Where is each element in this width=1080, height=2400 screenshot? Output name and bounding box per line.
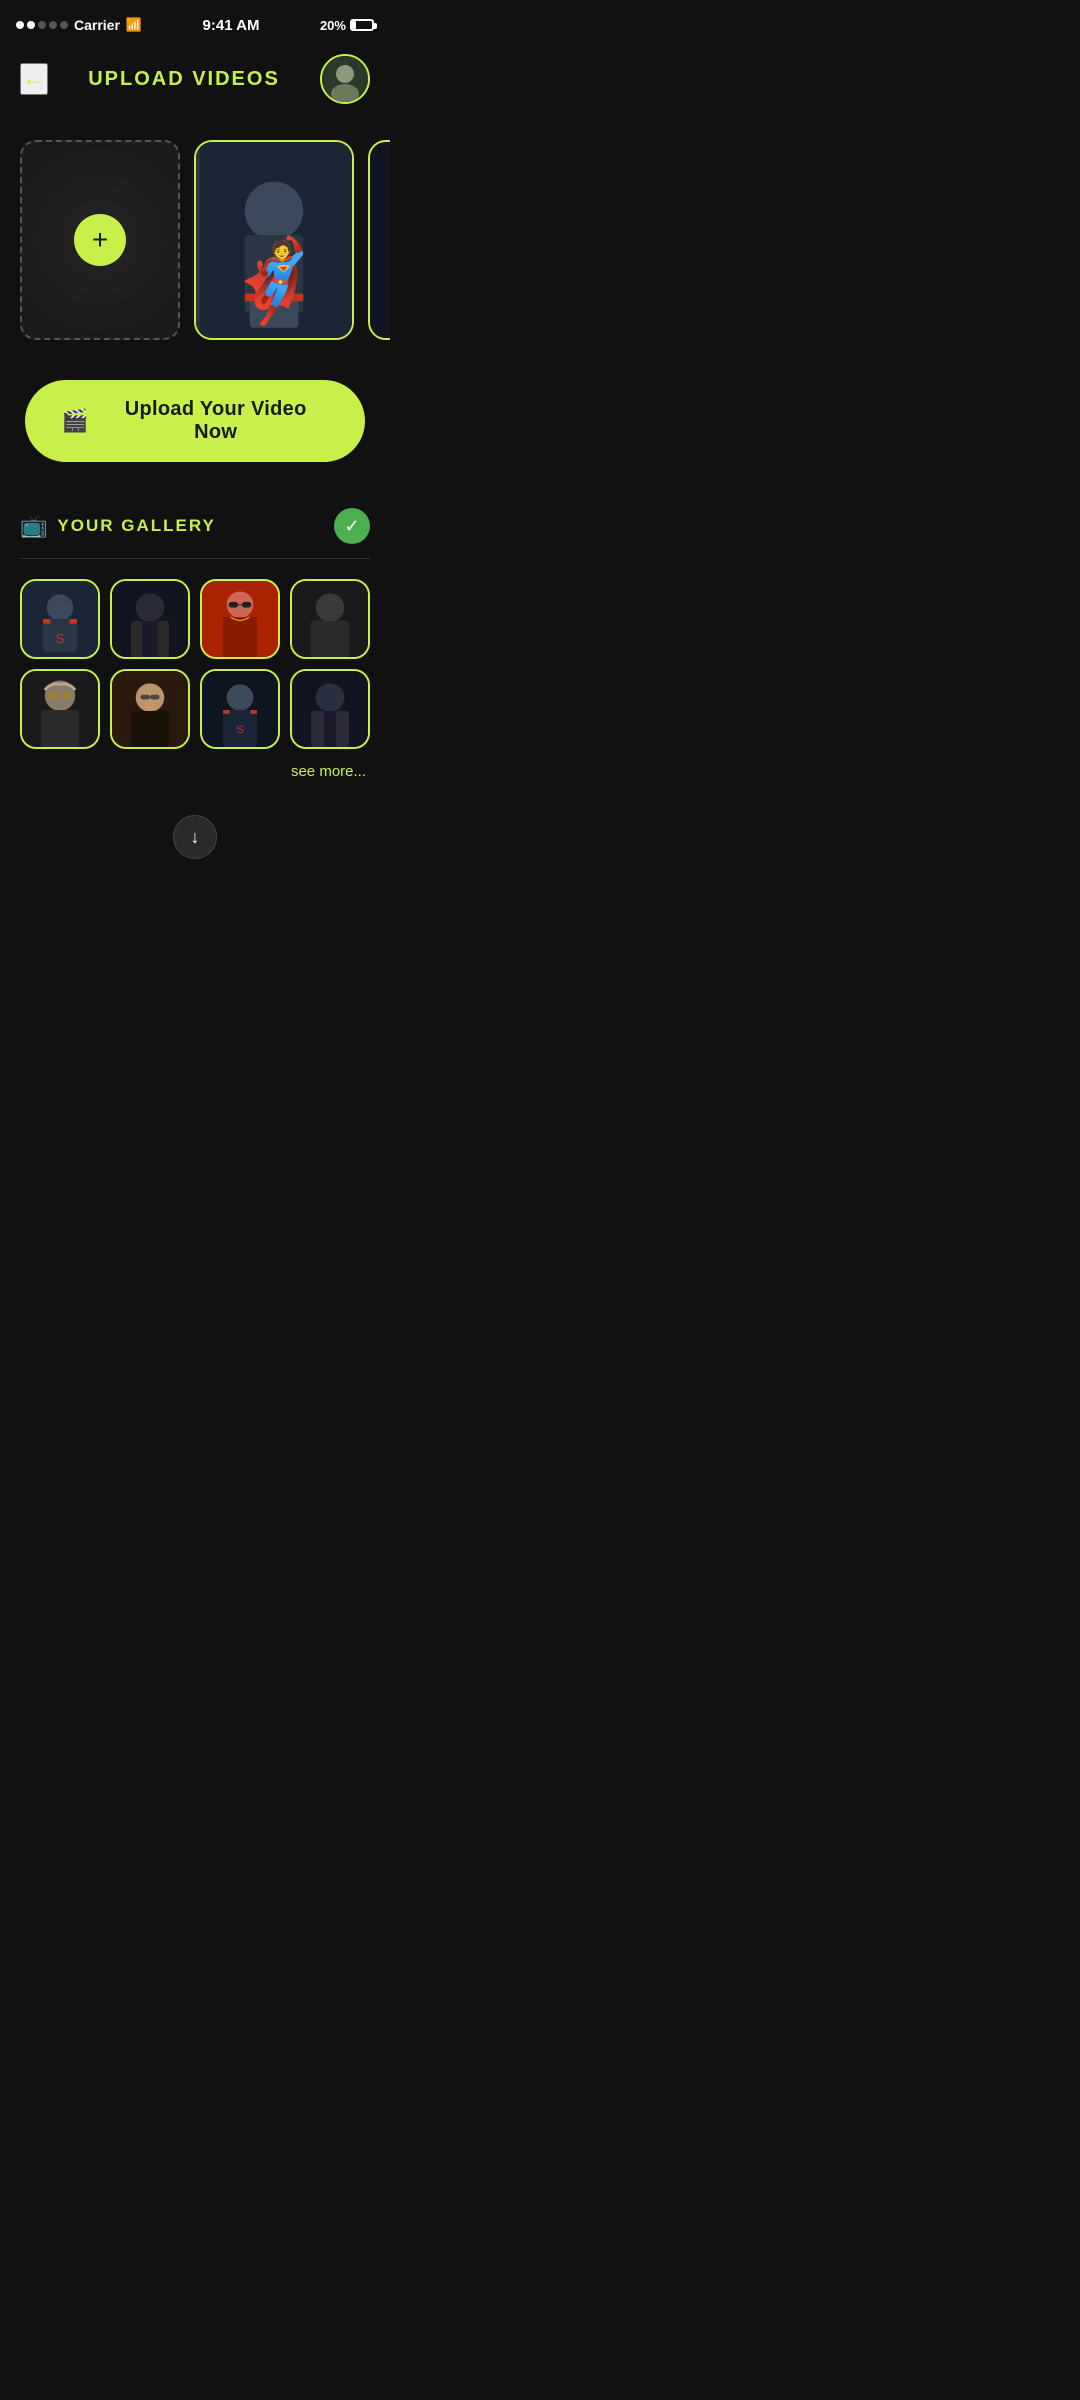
gallery-item-image-8: [292, 671, 368, 747]
status-right: 20%: [320, 18, 374, 33]
gallery-tv-icon: 📺: [20, 513, 47, 539]
gi-svg-1: S: [22, 579, 98, 659]
scroll-down-icon: ↓: [191, 827, 200, 848]
svg-text:S: S: [56, 631, 65, 646]
thumb-svg-1: S: [196, 140, 352, 340]
back-button[interactable]: ←: [20, 63, 48, 95]
gallery-item-image-5: [22, 671, 98, 747]
gi-svg-2: [112, 579, 188, 659]
gallery-item-image-7: S: [202, 671, 278, 747]
video-thumb-2[interactable]: [368, 140, 390, 340]
camera-icon: 🎬: [61, 408, 88, 434]
thumb-image-2: [370, 142, 390, 338]
gallery-item[interactable]: [110, 579, 190, 659]
thumb-svg-2: [370, 140, 390, 340]
gi-svg-3: [202, 579, 278, 659]
avatar-svg: [322, 56, 368, 102]
wifi-icon: 📶: [126, 17, 142, 33]
check-icon: ✓: [344, 516, 359, 537]
carrier-label: Carrier: [74, 17, 120, 33]
thumb-image-1: S: [196, 142, 352, 338]
gallery-item-image-6: [112, 671, 188, 747]
gallery-item-image-2: [112, 581, 188, 657]
gallery-title: YOUR GALLERY: [57, 516, 324, 536]
scroll-down-button[interactable]: ↓: [173, 815, 217, 859]
plus-icon: +: [92, 224, 108, 256]
page-title: UPLOAD VIDEOS: [88, 68, 280, 91]
gallery-item[interactable]: [290, 579, 370, 659]
signal-dot-3: [38, 21, 46, 29]
svg-text:S: S: [265, 259, 283, 290]
status-time: 9:41 AM: [203, 17, 260, 34]
battery-fill: [352, 21, 356, 29]
video-thumb-1[interactable]: S: [194, 140, 354, 340]
signal-dot-1: [16, 21, 24, 29]
avatar[interactable]: [320, 54, 370, 104]
gallery-item[interactable]: S: [200, 669, 280, 749]
gi-svg-5: [22, 669, 98, 749]
gi-svg-6: [112, 669, 188, 749]
gi-svg-4: [292, 579, 368, 659]
gallery-item-image-1: S: [22, 581, 98, 657]
avatar-image: [322, 56, 368, 102]
add-video-box[interactable]: +: [20, 140, 180, 340]
gallery-item-image-4: [292, 581, 368, 657]
upload-button-label: Upload Your Video Now: [102, 398, 329, 444]
gallery-item[interactable]: [290, 669, 370, 749]
gallery-item[interactable]: [200, 579, 280, 659]
header: ← UPLOAD VIDEOS: [0, 44, 390, 120]
see-more-section: see more...: [20, 749, 370, 791]
upload-button[interactable]: 🎬 Upload Your Video Now: [25, 380, 365, 462]
bottom-bar: ↓: [0, 801, 390, 879]
gallery-section: 📺 YOUR GALLERY ✓ S: [0, 472, 390, 801]
upload-btn-section: 🎬 Upload Your Video Now: [0, 350, 390, 472]
gallery-item-image-3: [202, 581, 278, 657]
gi-svg-7: S: [202, 669, 278, 749]
gallery-check-badge: ✓: [334, 508, 370, 544]
signal-dot-5: [60, 21, 68, 29]
signal-dot-4: [49, 21, 57, 29]
gi-svg-8: [292, 669, 368, 749]
gallery-item[interactable]: S: [20, 579, 100, 659]
gallery-item[interactable]: [110, 669, 190, 749]
plus-button[interactable]: +: [74, 214, 126, 266]
svg-text:S: S: [236, 724, 244, 736]
upload-area: + S: [0, 120, 390, 350]
gallery-grid: S: [20, 579, 370, 749]
status-bar: Carrier 📶 9:41 AM 20%: [0, 0, 390, 44]
status-left: Carrier 📶: [16, 17, 142, 33]
see-more-link[interactable]: see more...: [291, 763, 366, 780]
battery-icon: [350, 19, 374, 31]
gallery-header: 📺 YOUR GALLERY ✓: [20, 508, 370, 559]
signal-dot-2: [27, 21, 35, 29]
signal-dots: [16, 21, 68, 29]
gallery-item[interactable]: [20, 669, 100, 749]
battery-percent: 20%: [320, 18, 346, 33]
